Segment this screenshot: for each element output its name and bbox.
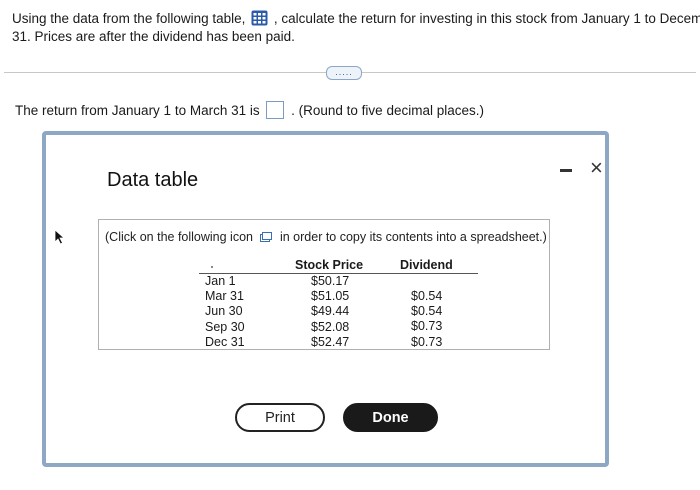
table-cell-date: Dec 31 [205, 334, 245, 349]
table-cell-price: $52.08 [311, 319, 350, 334]
copy-instruction-end: in order to copy its contents into a spr… [279, 230, 547, 244]
print-button[interactable]: Print [235, 403, 325, 432]
table-cell-date: Jun 30 [205, 304, 243, 319]
column-header-stock-price: Stock Price [295, 258, 364, 272]
table-cell-price: $50.17 [311, 274, 350, 288]
minimize-icon[interactable] [560, 169, 572, 172]
table-cell-date: Mar 31 [205, 289, 244, 304]
copy-instruction: (Click on the following icon in order to… [105, 230, 547, 244]
expand-button[interactable]: ..... [326, 66, 362, 80]
answer-input[interactable] [266, 101, 285, 119]
data-table-container: (Click on the following icon in order to… [98, 219, 550, 350]
header-marker [211, 266, 213, 268]
copy-icon[interactable] [260, 231, 273, 242]
question-line-2: 31. Prices are after the dividend has be… [12, 29, 295, 44]
table-cell-date: Jan 1 [205, 274, 236, 288]
table-cell-date: Sep 30 [205, 319, 245, 334]
table-cell-price: $51.05 [311, 289, 350, 304]
table-cell-dividend: $0.73 [411, 319, 443, 334]
table-cell-dividend: $0.54 [411, 304, 443, 319]
answer-prompt: The return from January 1 to March 31 is [15, 103, 260, 118]
price-column: $50.17 $51.05 $49.44 $52.08 $52.47 [311, 274, 349, 350]
column-header-dividend: Dividend [400, 258, 453, 272]
table-cell-price: $49.44 [311, 304, 350, 319]
close-icon[interactable]: × [590, 157, 603, 179]
table-cell-dividend: $0.54 [411, 289, 443, 303]
date-column: Jan 1 Mar 31 Jun 30 Sep 30 Dec 31 [205, 274, 245, 350]
question-line-1: Using the data from the following table,… [12, 10, 700, 28]
done-button[interactable]: Done [343, 403, 438, 432]
table-cell-dividend: $0.73 [411, 334, 443, 349]
answer-line: The return from January 1 to March 31 is… [15, 101, 484, 119]
stock-data-table: Stock Price Dividend Jan 1 Mar 31 Jun 30… [199, 258, 479, 350]
table-grid-icon[interactable] [251, 10, 268, 26]
copy-instruction-start: (Click on the following icon [105, 230, 253, 244]
table-cell-price: $52.47 [311, 334, 350, 349]
dialog-title: Data table [107, 169, 199, 191]
pointer-cursor-icon [54, 229, 66, 245]
dividend-column: $0.54 $0.54 $0.73 $0.73 [411, 289, 442, 350]
question-text-start: Using the data from the following table, [12, 11, 246, 26]
data-table-dialog: Data table × (Click on the following ico… [42, 131, 609, 467]
answer-instruction: . (Round to five decimal places.) [291, 103, 484, 118]
question-text-end: , calculate the return for investing in … [273, 11, 700, 26]
